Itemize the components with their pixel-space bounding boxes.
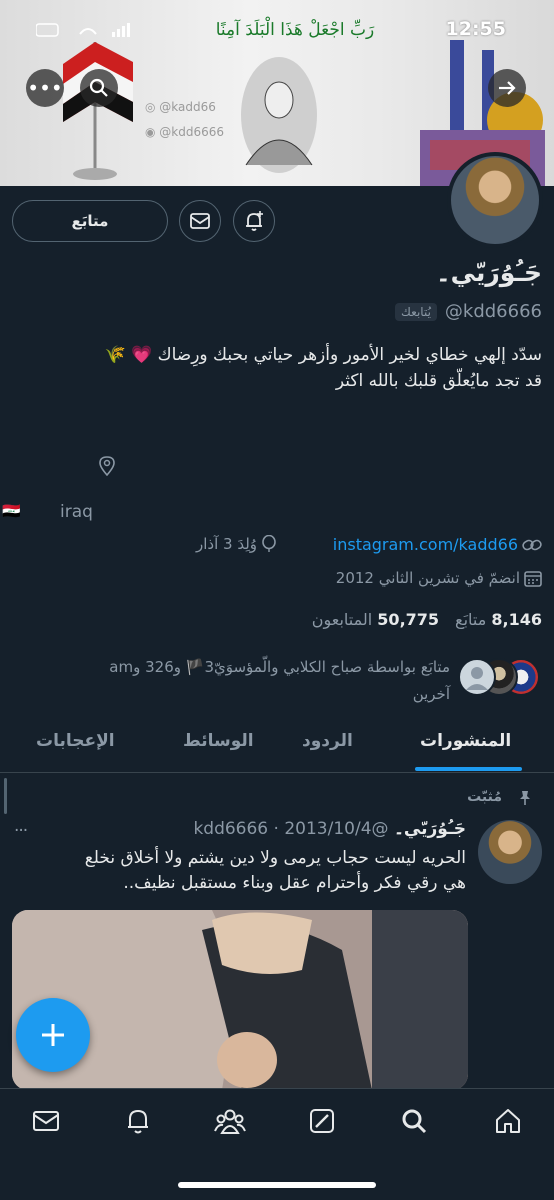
nav-notifications[interactable] [120,1103,156,1139]
followed-by-line-2: آخرين [412,685,450,703]
birthday-row: وُلِدَ 3 آذار [196,535,277,553]
banner-discord-handle: @kdd6666 [159,125,225,139]
search-button[interactable] [80,69,118,107]
followers-label: المتابعون [311,610,373,629]
default-user-icon [466,667,488,690]
post-header: جَـُوُرَيّي۔ @kdd6666 · 2013/10/4 [193,818,466,839]
joined-text: انضمّ في تشرين الثاني 2012 [335,569,520,587]
post-author-avatar[interactable] [478,820,542,884]
follows-you-badge: يُتابعك [395,302,437,321]
message-button[interactable] [179,200,221,242]
instagram-icon: ◎ [145,100,160,114]
status-icons [35,22,136,46]
notifications-bell-button[interactable] [233,200,275,242]
grok-icon [310,1109,334,1133]
post-more-button[interactable]: ... [14,816,28,836]
nav-messages[interactable] [28,1103,64,1139]
following-count-link[interactable]: 8,146 متابَع [455,610,542,629]
post-photo [12,910,468,1090]
follow-counts: 8,146 متابَع 50,775 المتابعون [312,610,542,629]
home-icon [496,1109,520,1133]
nav-grok[interactable] [304,1103,340,1139]
back-button[interactable] [488,69,526,107]
communities-icon [214,1109,246,1134]
followers-count-link[interactable]: 50,775 المتابعون [312,610,439,629]
profile-handle: @kdd6666 [444,301,542,322]
following-label: متابَع [455,610,487,629]
home-indicator[interactable] [178,1182,376,1188]
plus-icon [42,1024,64,1046]
follower-avatars[interactable] [458,656,542,704]
profile-bio: سدّد إلهي خطاي لخير الأمور وأزهر حياتي ب… [12,342,542,394]
bio-line-2: قد تجد مايُعلّق قلبك بالله اكثر [335,371,542,391]
scroll-indicator[interactable] [4,778,7,814]
post-author-name[interactable]: جَـُوُرَيّي۔ [394,819,466,839]
nav-search[interactable] [396,1103,432,1139]
profile-tabs: المنشورات الردود الوسائط الإعجابات [0,715,554,773]
followers-count: 50,775 [377,610,440,629]
banner-verse: رَبِّ اجْعَلْ هَذَا الْبَلَدَ آمِنًا [215,20,375,40]
pinned-label: مُثبّت [467,789,502,805]
birthday-text: وُلِدَ 3 آذار [196,535,258,553]
display-name: جَـُوُرَيّي۔ [436,258,542,287]
battery-icon [35,23,130,37]
post-text: الحريه ليست حجاب يرمى ولا دين يشتم ولا أ… [16,846,466,896]
location-flag: 🇮🇶 [2,502,21,520]
followed-by-am: am [109,658,134,676]
link-icon [522,539,542,550]
nav-home[interactable] [490,1103,526,1139]
calendar-icon [524,571,542,587]
envelope-icon [190,213,210,229]
follower-avatar-3 [458,658,496,696]
location-pin-icon [99,456,115,476]
location-text: iraq [60,502,93,522]
tab-replies[interactable]: الردود [302,731,353,751]
search-icon [89,78,108,97]
website-link[interactable]: instagram.com/kadd66 [333,535,518,554]
status-time: 12:55 [445,18,506,40]
search-icon [402,1109,427,1134]
more-dots-icon: ••• [27,76,63,100]
profile-avatar[interactable] [447,152,543,248]
followed-by-line-1: متابَع بواسطة صباح الكلابي والّمؤسوَيّ3🏴… [133,658,450,676]
balloon-icon [262,535,276,552]
tab-media[interactable]: الوسائط [183,731,254,751]
post-separator: · [273,819,279,839]
envelope-icon [33,1111,59,1131]
banner-handles: ◎ @kadd66 ◉ @kdd6666 [145,95,224,145]
post-date: 2013/10/4 [284,819,372,839]
bell-icon [128,1109,148,1134]
more-options-button[interactable]: ••• [26,69,64,107]
compose-post-button[interactable] [16,998,90,1072]
website-row: instagram.com/kadd66 [333,535,542,554]
post-text-line-2: هي رقي فكر وأحترام عقل وبناء مستقبل نظيف… [123,873,466,893]
following-count: 8,146 [491,610,542,629]
tab-likes[interactable]: الإعجابات [36,731,115,751]
post-image[interactable] [12,910,468,1090]
woman-sketch-image [241,57,317,173]
tab-posts[interactable]: المنشورات [420,731,511,751]
discord-icon: ◉ [145,125,160,139]
active-tab-indicator [415,767,522,771]
post-text-line-1: الحريه ليست حجاب يرمى ولا دين يشتم ولا أ… [84,848,466,868]
handle-row: يُتابعك @kdd6666 [395,301,542,322]
followed-by-text[interactable]: متابَع بواسطة صباح الكلابي والّمؤسوَيّ3🏴… [30,654,450,708]
following-button[interactable]: متابَع [12,200,168,242]
nav-communities[interactable] [212,1103,248,1139]
banner-instagram-handle: @kadd66 [159,100,216,114]
bio-line-1: سدّد إلهي خطاي لخير الأمور وأزهر حياتي ب… [104,345,542,365]
bell-plus-icon [246,211,263,231]
arrow-right-icon [499,81,516,95]
joined-row: انضمّ في تشرين الثاني 2012 [336,569,542,587]
pin-icon [520,791,530,805]
pinned-row: مُثبّت [467,789,530,805]
